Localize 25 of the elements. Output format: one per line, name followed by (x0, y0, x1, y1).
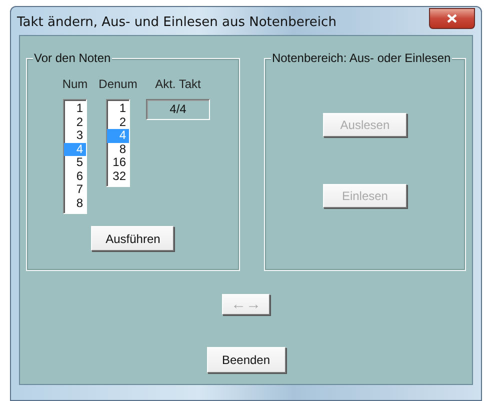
list-item[interactable]: 7 (64, 183, 86, 196)
list-item[interactable]: 2 (107, 116, 129, 129)
current-meter-field: 4/4 (146, 99, 210, 120)
execute-button[interactable]: Ausführen (91, 226, 174, 251)
close-button[interactable] (429, 8, 475, 28)
list-item[interactable]: 8 (64, 196, 86, 210)
list-item[interactable]: 8 (107, 142, 129, 156)
list-box[interactable]: 1 2 4 8 16 32 (106, 99, 130, 187)
column-header: Num (62, 77, 88, 93)
window-title: Takt ändern, Aus- und Einlesen aus Notenbereich (17, 15, 336, 30)
exit-button[interactable]: Beenden (206, 347, 286, 373)
list-item[interactable]: 3 (64, 129, 86, 142)
field-label: Akt. Takt (155, 77, 201, 93)
group-legend: Vor den Noten (33, 51, 112, 65)
column-header: Denum (98, 77, 138, 93)
group-legend: Notenbereich: Aus- oder Einlesen (270, 51, 452, 65)
list-item[interactable]: 6 (64, 170, 86, 183)
list-item[interactable]: 1 (64, 102, 86, 116)
list-item[interactable]: 5 (64, 156, 86, 170)
list-item[interactable]: 1 (107, 102, 129, 116)
list-item[interactable]: 32 (107, 170, 129, 183)
close-icon (447, 14, 457, 22)
list-item[interactable]: 16 (107, 156, 129, 170)
list-box[interactable]: 1 2 3 4 5 6 7 8 (63, 99, 87, 214)
list-item[interactable]: 2 (64, 116, 86, 129)
